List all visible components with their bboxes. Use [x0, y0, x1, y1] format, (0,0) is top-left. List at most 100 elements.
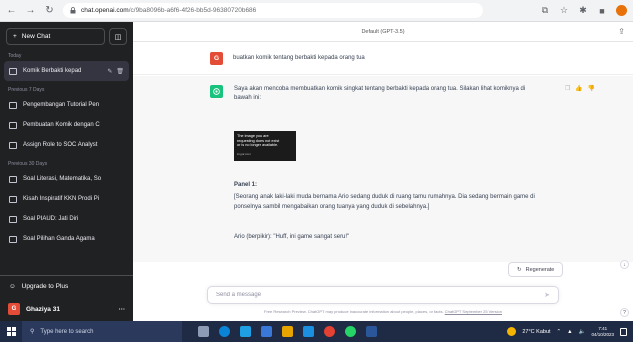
message-input[interactable]: [216, 292, 545, 298]
chat-history-item[interactable]: Soal PIAUD: Jati Diri: [4, 209, 129, 229]
sidebar: + New Chat ◫ Today Komik Berbakti kepad …: [0, 22, 133, 321]
upgrade-label: Upgrade to Plus: [21, 283, 69, 290]
weather-text[interactable]: 27°C Kabut: [522, 329, 550, 335]
scroll-down-icon[interactable]: ↓: [620, 260, 629, 269]
profile-avatar-icon[interactable]: [616, 5, 627, 16]
taskbar-search-placeholder: Type here to search: [40, 328, 94, 335]
chat-history-item[interactable]: Soal Pilihan Ganda Agama: [4, 229, 129, 249]
thumbs-up-icon[interactable]: 👍: [575, 85, 582, 92]
whatsapp-icon[interactable]: [345, 326, 356, 337]
chat-history-item[interactable]: Assign Role to SOC Analyst: [4, 135, 129, 155]
plus-icon: +: [13, 33, 17, 40]
assistant-message: Saya akan mencoba membuatkan komik singk…: [133, 76, 633, 262]
chat-history-item[interactable]: Kisah Inspiratif KKN Prodi Pi: [4, 189, 129, 209]
word-icon[interactable]: [366, 326, 377, 337]
calendar-icon[interactable]: [261, 326, 272, 337]
regenerate-label: Regenerate: [525, 266, 555, 273]
search-icon: ⚲: [30, 329, 35, 335]
address-bar[interactable]: chat.openai.com/c/9ba8096b-a6f6-4f26-bb5…: [63, 3, 483, 18]
file-explorer-icon[interactable]: [282, 326, 293, 337]
disclaimer-text: Free Research Preview. ChatGPT may produ…: [264, 309, 444, 314]
lock-icon: [70, 7, 76, 14]
share-page-icon[interactable]: ⧉: [540, 5, 550, 16]
section-title: Today: [8, 53, 22, 59]
panel-title: Panel 1:: [234, 182, 258, 188]
user-menu[interactable]: G Ghaziya 31 ⋯: [0, 297, 133, 321]
section-title: Previous 30 Days: [8, 161, 48, 167]
chat-history-label: Kisah Inspiratif KKN Prodi Pi: [23, 196, 100, 202]
user-name: Ghaziya 31: [26, 305, 60, 313]
user-message-text: buatkan komik tentang berbakti kepada or…: [233, 55, 365, 61]
tray-chevron-icon[interactable]: ⌃: [557, 329, 562, 335]
chat-history-item[interactable]: Pengembangan Tutorial Pen: [4, 95, 129, 115]
url-host: chat.openai.com: [81, 7, 129, 14]
forward-icon[interactable]: →: [25, 5, 36, 16]
send-icon[interactable]: ➤: [544, 291, 550, 299]
user-message: G buatkan komik tentang berbakti kepada …: [133, 42, 633, 75]
delete-icon[interactable]: 🗑: [116, 68, 124, 75]
avatar: G: [8, 303, 20, 315]
chat-history-label: Soal PIAUD: Jati Diri: [23, 216, 79, 222]
new-chat-label: New Chat: [21, 33, 51, 40]
chat-main: Default (GPT-3.5) ⇪ G buatkan komik tent…: [133, 22, 633, 321]
weather-icon: [507, 327, 517, 336]
chat-history-label: Soal Pilihan Ganda Agama: [23, 236, 95, 242]
chat-bubble-icon: [9, 121, 17, 129]
message-composer: ➤: [207, 286, 559, 304]
notification-icon[interactable]: [620, 327, 627, 336]
chat-bubble-icon: [9, 215, 17, 223]
chat-history-item[interactable]: Komik Berbakti kepad ✎ 🗑: [4, 61, 129, 81]
back-icon[interactable]: ←: [6, 5, 17, 16]
upgrade-button[interactable]: ☺ Upgrade to Plus: [0, 276, 133, 297]
openai-logo-icon: [210, 85, 223, 98]
bookmark-star-icon[interactable]: ☆: [559, 5, 569, 16]
chat-bubble-icon: [9, 67, 17, 75]
chat-history-label: Pengembangan Tutorial Pen: [23, 102, 100, 108]
version-link[interactable]: ChatGPT September 25 Version: [445, 309, 502, 314]
refresh-icon: ↻: [517, 266, 522, 273]
model-label: Default (GPT-3.5): [361, 28, 405, 35]
extensions-icon[interactable]: ✱: [578, 5, 588, 16]
chat-bubble-icon: [9, 195, 17, 203]
new-chat-button[interactable]: + New Chat: [6, 28, 105, 45]
broken-image-placeholder: The image you are requesting does not ex…: [234, 131, 296, 161]
network-icon[interactable]: ▲: [567, 329, 572, 335]
panel-description: [Seorang anak laki-laki muda bernama Ari…: [234, 194, 535, 210]
chat-bubble-icon: [9, 141, 17, 149]
chat-history-item[interactable]: Soal Literasi, Matematika, So: [4, 169, 129, 189]
thumbs-down-icon[interactable]: 👎: [588, 85, 595, 92]
url-path: /c/9ba8096b-a6f6-4f26-bb5d-96380720b686: [128, 7, 257, 14]
edit-icon[interactable]: ✎: [107, 68, 112, 75]
clock-date: 04/10/2023: [591, 331, 614, 337]
mail-icon[interactable]: [303, 326, 314, 337]
copy-icon[interactable]: ❐: [565, 85, 570, 92]
more-icon[interactable]: ⋯: [119, 305, 126, 313]
chat-history-label: Komik Berbakti kepad: [23, 68, 82, 74]
footer-disclaimer: Free Research Preview. ChatGPT may produ…: [133, 309, 633, 314]
task-view-icon[interactable]: [198, 326, 209, 337]
edge-icon[interactable]: [219, 326, 230, 337]
system-clock[interactable]: 7:41 04/10/2023: [591, 326, 614, 337]
chat-bubble-icon: [9, 235, 17, 243]
chrome-icon[interactable]: [324, 326, 335, 337]
store-icon[interactable]: [240, 326, 251, 337]
sidepanel-icon[interactable]: ■: [597, 6, 607, 16]
image-error-line: or is no longer available.: [237, 143, 279, 147]
regenerate-button[interactable]: ↻ Regenerate: [508, 262, 564, 277]
volume-icon[interactable]: 🔈: [579, 329, 586, 335]
windows-taskbar: ⚲ Type here to search 27°C Kabut ⌃ ▲ 🔈 7…: [0, 321, 633, 342]
sidebar-toggle-icon[interactable]: ◫: [109, 28, 127, 45]
reload-icon[interactable]: ↻: [44, 5, 55, 16]
image-error-source: imgur.com: [237, 151, 251, 156]
assistant-intro-text: Saya akan mencoba membuatkan komik singk…: [234, 86, 526, 101]
section-title: Previous 7 Days: [8, 87, 45, 93]
share-icon[interactable]: ⇪: [618, 27, 625, 36]
start-button[interactable]: [0, 321, 22, 342]
user-avatar: G: [210, 51, 223, 65]
chat-history-label: Soal Literasi, Matematika, So: [23, 176, 102, 182]
taskbar-search[interactable]: ⚲ Type here to search: [22, 321, 182, 342]
panel-dialog: Ario (berpikir): "Huff, ini game sangat …: [234, 234, 350, 240]
chat-history-item[interactable]: Pembuatan Komik dengan C: [4, 115, 129, 135]
help-icon[interactable]: ?: [620, 308, 629, 317]
chat-history-label: Pembuatan Komik dengan C: [23, 122, 100, 128]
